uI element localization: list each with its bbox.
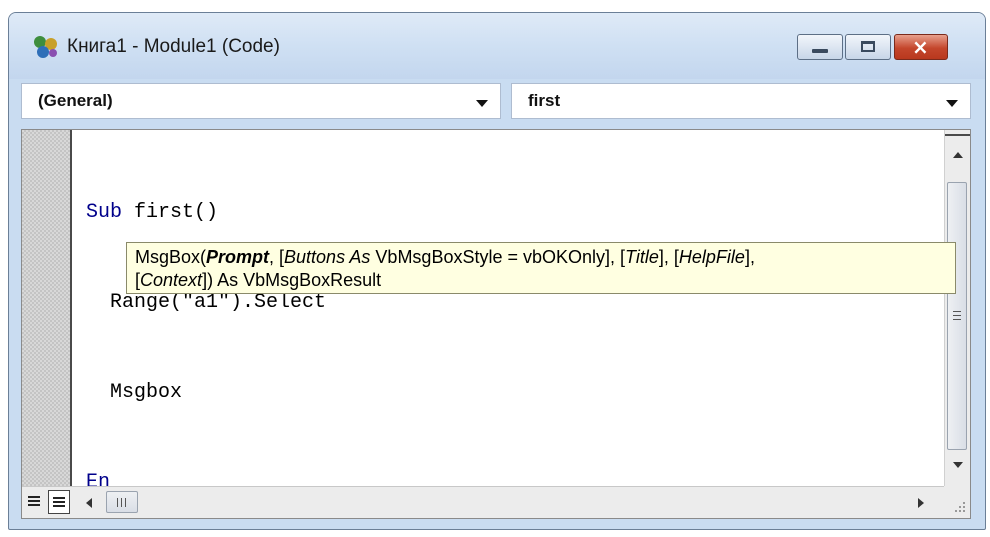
maximize-button[interactable] <box>845 34 891 60</box>
object-combobox[interactable]: (General) <box>21 83 501 119</box>
tooltip-param-title: Title <box>625 247 659 267</box>
procedure-view-icon <box>28 496 40 506</box>
vba-module-icon <box>34 36 57 58</box>
vertical-scroll-thumb[interactable] <box>947 182 967 450</box>
maximize-icon <box>861 41 875 52</box>
procedure-view-button[interactable] <box>24 490 46 514</box>
code-keyword: Sub <box>86 201 123 224</box>
code-editor[interactable]: Sub first() Range("a1").Select Msgbox En… <box>21 129 971 519</box>
full-module-view-icon <box>53 497 65 507</box>
procedure-combobox-value: first <box>528 91 561 110</box>
tooltip-buttons-type: VbMsgBoxStyle = vbOKOnly], [ <box>370 247 626 267</box>
chevron-down-icon <box>946 100 958 107</box>
tooltip-function: MsgBox( <box>135 247 207 267</box>
grip-icon <box>953 311 961 320</box>
scroll-down-icon[interactable] <box>953 462 963 468</box>
tooltip-param-context: Context <box>140 270 203 290</box>
scroll-left-icon[interactable] <box>86 498 92 508</box>
horizontal-scrollbar[interactable] <box>22 486 970 518</box>
close-button[interactable]: × <box>894 34 948 60</box>
scroll-right-icon[interactable] <box>918 498 924 508</box>
horizontal-scroll-thumb[interactable] <box>106 491 138 513</box>
code-text-segment: first() <box>122 201 219 224</box>
vertical-scrollbar[interactable] <box>944 130 970 486</box>
close-icon: × <box>912 35 929 59</box>
tooltip-param-prompt: Prompt <box>206 247 270 267</box>
tooltip-param-helpfile: HelpFile <box>678 247 745 267</box>
code-line: Msgbox <box>86 378 326 408</box>
object-combobox-value: (General) <box>38 91 113 110</box>
minimize-icon <box>812 49 828 53</box>
title-bar[interactable]: Книга1 - Module1 (Code) × <box>9 13 985 79</box>
resize-grip-icon[interactable] <box>944 486 970 518</box>
code-text-segment: Range("a1").Select <box>86 291 327 314</box>
tooltip-param-buttons: Buttons As <box>284 247 371 267</box>
code-window: Книга1 - Module1 (Code) × (General) firs… <box>8 12 986 530</box>
code-text[interactable]: Sub first() Range("a1").Select Msgbox En <box>86 138 327 518</box>
minimize-button[interactable] <box>797 34 843 60</box>
chevron-down-icon <box>476 100 488 107</box>
tooltip-return-type: ]) As VbMsgBoxResult <box>202 270 382 290</box>
code-line: Sub first() <box>86 198 326 228</box>
tooltip-line-1: MsgBox(Prompt, [Buttons As VbMsgBoxStyle… <box>135 246 955 269</box>
quick-info-tooltip: MsgBox(Prompt, [Buttons As VbMsgBoxStyle… <box>126 242 956 294</box>
tooltip-separator: ], [ <box>658 247 679 267</box>
code-text-segment: Msgbox <box>86 381 183 404</box>
procedure-combobox[interactable]: first <box>511 83 971 119</box>
scroll-up-icon[interactable] <box>953 152 963 158</box>
margin-indicator-bar[interactable] <box>22 130 72 486</box>
tooltip-separator: ], <box>744 247 755 267</box>
tooltip-line-2: [Context]) As VbMsgBoxResult <box>135 269 955 292</box>
tooltip-separator: , [ <box>269 247 285 267</box>
full-module-view-button[interactable] <box>48 490 70 514</box>
window-title: Книга1 - Module1 (Code) <box>67 36 280 57</box>
split-bar[interactable] <box>945 130 970 136</box>
